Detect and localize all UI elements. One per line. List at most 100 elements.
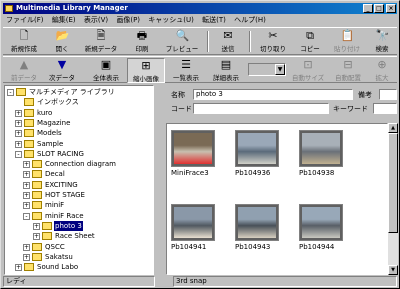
expand-icon[interactable]: + (33, 233, 40, 241)
expand-icon[interactable]: + (23, 243, 30, 251)
expand-icon[interactable]: + (15, 140, 22, 148)
thumbnail-image[interactable] (235, 130, 279, 167)
code-field[interactable] (193, 103, 329, 114)
thumbnail-gallery[interactable]: MiniFrace3 Pb104936 Pb104938 Pb104941 Pb1049… (166, 123, 388, 275)
tree-item-label: Magazine (37, 118, 71, 127)
paste-button[interactable]: 📋 貼り付け (329, 29, 365, 54)
menu-image[interactable]: 画像(P) (113, 15, 143, 26)
expand-icon[interactable]: + (23, 161, 30, 169)
menu-file[interactable]: ファイル(F) (3, 15, 47, 26)
thumbnail-image[interactable] (299, 204, 343, 241)
detail-icon: ▤ (220, 58, 232, 71)
expand-icon[interactable]: + (23, 253, 30, 261)
menu-help[interactable]: ヘルプ(H) (231, 15, 269, 26)
expand-icon[interactable]: + (15, 264, 22, 272)
send-button[interactable]: ✉ 送信 (213, 29, 243, 54)
folder-icon (32, 160, 42, 169)
status-bar: レディ 3rd snap (3, 276, 397, 287)
thumbnail-caption: Pb104936 (235, 169, 271, 177)
folder-tree[interactable]: - マルチメディア ライブラリ インボックス + kuro + Magazine + Model… (4, 85, 154, 275)
thumbnail-item[interactable]: Pb104936 (235, 130, 291, 177)
folder-icon (24, 118, 34, 127)
tree-item-label: Sakatsu (45, 252, 73, 261)
maximize-button[interactable]: □ (374, 4, 384, 13)
thumbnail-item[interactable]: Pb104943 (235, 204, 291, 251)
zoom-combo[interactable]: ▼ (248, 63, 286, 76)
open-button[interactable]: 📂 開く (47, 29, 77, 54)
zoom-icon: ⊕ (377, 58, 387, 71)
full-view-icon: ▣ (100, 58, 112, 71)
thumbnail-image[interactable] (235, 204, 279, 241)
app-window: Multimedia Library Manager _ □ × ファイル(F)… (0, 0, 400, 289)
list-view-button[interactable]: ☰ 一覧表示 (167, 58, 205, 83)
folder-icon (32, 201, 42, 210)
arrow-up-icon: ▲ (19, 58, 29, 71)
tree-item-label: SLOT RACING (37, 149, 84, 158)
search-button[interactable]: 🔭 検索 (369, 29, 395, 54)
menu-edit[interactable]: 編集(E) (49, 15, 79, 26)
expand-icon[interactable]: + (23, 192, 30, 199)
tree-item-label: インボックス (37, 98, 79, 107)
title-bar[interactable]: Multimedia Library Manager _ □ × (3, 3, 397, 14)
print-button[interactable]: 🖶 印刷 (127, 29, 157, 54)
full-view-button[interactable]: ▣ 全体表示 (87, 58, 125, 83)
scroll-down-icon[interactable]: ▼ (388, 265, 398, 275)
toolbar-separator (249, 31, 251, 52)
detail-view-button[interactable]: ▤ 詳細表示 (207, 58, 245, 83)
name-field[interactable]: photo 3 (193, 89, 353, 100)
thumbnail-item[interactable]: Pb104944 (299, 204, 355, 251)
prev-data-button[interactable]: ▲ 前データ (7, 58, 41, 83)
folder-icon (42, 221, 52, 230)
expand-icon[interactable]: + (15, 109, 22, 117)
menu-transfer[interactable]: 転送(T) (199, 15, 229, 26)
collapse-icon[interactable]: - (7, 89, 14, 96)
auto-size-button[interactable]: ⊡ 自動サイズ (289, 58, 327, 83)
gallery-scrollbar[interactable]: ▲ ▼ (388, 123, 398, 275)
scroll-thumb[interactable] (388, 133, 398, 233)
close-button[interactable]: × (386, 4, 396, 13)
scroll-up-icon[interactable]: ▲ (388, 123, 398, 133)
code-label: コード (171, 105, 192, 113)
thumbnail-item[interactable]: Pb104941 (171, 204, 227, 251)
tree-item-label: Sample (37, 139, 64, 148)
minimize-button[interactable]: _ (363, 4, 373, 13)
tree-item-label: Decal (45, 170, 65, 179)
zoom-button[interactable]: ⊕ 拡大 (369, 58, 395, 83)
expand-icon[interactable]: + (15, 130, 22, 138)
expand-icon[interactable]: + (15, 119, 22, 127)
preview-button[interactable]: 🔍 プレビュー (163, 29, 201, 54)
tree-item-label: Race Sheet (55, 232, 95, 241)
collapse-icon[interactable]: - (23, 212, 30, 220)
auto-layout-button[interactable]: ⊟ 自動配置 (331, 58, 365, 83)
app-icon (5, 5, 13, 12)
expand-icon[interactable]: + (33, 222, 40, 230)
keyword-field[interactable] (373, 103, 397, 114)
remarks-field[interactable] (379, 89, 397, 100)
tree-item-label: HOT STAGE (45, 191, 85, 199)
next-data-button[interactable]: ▼ 次データ (45, 58, 79, 83)
chevron-down-icon[interactable]: ▼ (275, 64, 285, 75)
toolbar-separator (207, 31, 209, 52)
thumbnail-item[interactable]: Pb104938 (299, 130, 355, 177)
thumbnail-view-button[interactable]: ⊞ 縮小画像 (127, 58, 165, 83)
thumbnail-caption: Pb104938 (299, 169, 335, 177)
thumbnail-item[interactable]: MiniFrace3 (171, 130, 227, 177)
new-create-button[interactable]: 🗋 新規作成 (5, 29, 43, 54)
menu-bar: ファイル(F) 編集(E) 表示(V) 画像(P) キャッシュ(U) 転送(T)… (3, 15, 397, 26)
collapse-icon[interactable]: - (15, 150, 22, 158)
thumbnail-image[interactable] (171, 130, 215, 167)
expand-icon[interactable]: + (23, 171, 30, 179)
keyword-label: キーワード (333, 105, 368, 113)
photo-image (302, 133, 340, 164)
menu-cache[interactable]: キャッシュ(U) (145, 15, 197, 26)
thumbnail-image[interactable] (299, 130, 343, 167)
menu-view[interactable]: 表示(V) (81, 15, 111, 26)
expand-icon[interactable]: + (23, 202, 30, 210)
folder-icon (32, 191, 42, 199)
cut-button[interactable]: ✂ 切り取り (255, 29, 291, 54)
copy-button[interactable]: ⧉ コピー (295, 29, 325, 54)
expand-icon[interactable]: + (23, 181, 30, 189)
new-data-button[interactable]: 🗎 新規データ (81, 29, 121, 54)
tree-item-label: miniF Race (45, 211, 84, 220)
thumbnail-image[interactable] (171, 204, 215, 241)
